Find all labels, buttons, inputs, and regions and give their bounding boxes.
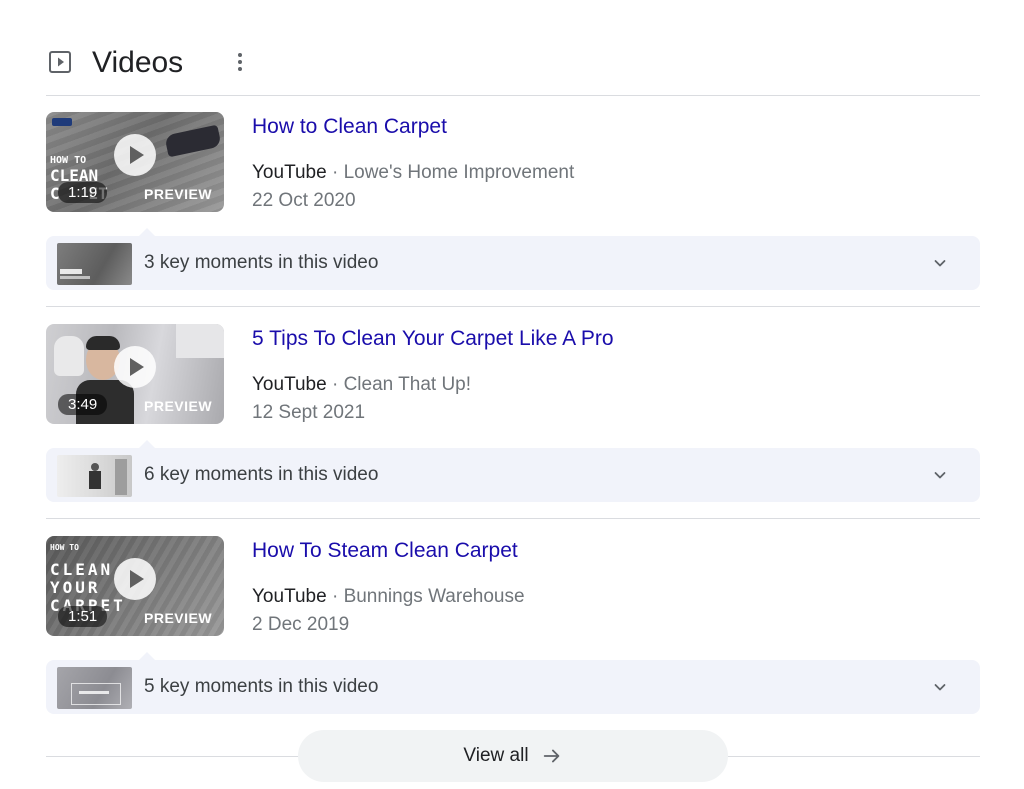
video-title-link[interactable]: 5 Tips To Clean Your Carpet Like A Pro — [252, 325, 614, 353]
videos-header: Videos — [46, 40, 980, 96]
play-icon — [114, 346, 156, 388]
play-square-icon — [49, 51, 71, 73]
video-date: 2 Dec 2019 — [252, 614, 350, 635]
divider — [46, 306, 980, 307]
divider — [46, 518, 980, 519]
video-date: 12 Sept 2021 — [252, 402, 366, 423]
chevron-down-icon — [934, 260, 946, 267]
video-duration: 3:49 — [58, 394, 108, 415]
video-thumbnail[interactable]: 3:49 PREVIEW — [46, 324, 224, 424]
meta-separator: · — [331, 162, 339, 183]
more-vert-icon[interactable] — [230, 48, 250, 76]
key-moments-label: 5 key moments in this video — [144, 676, 379, 697]
video-source: YouTube — [252, 162, 327, 183]
arrow-right-icon — [543, 749, 559, 763]
key-moments-label: 6 key moments in this video — [144, 464, 379, 485]
video-channel: Clean That Up! — [343, 374, 472, 395]
chevron-down-icon — [934, 472, 946, 479]
preview-label: PREVIEW — [144, 610, 213, 626]
video-title-link[interactable]: How to Clean Carpet — [252, 113, 447, 141]
view-all-button[interactable]: View all — [298, 730, 728, 782]
video-thumbnail[interactable]: HOW TO CLEAN C ET 1:19 PREVIEW — [46, 112, 224, 212]
video-title-link[interactable]: How To Steam Clean Carpet — [252, 537, 518, 565]
preview-label: PREVIEW — [144, 186, 213, 202]
video-channel: Bunnings Warehouse — [343, 586, 525, 607]
meta-separator: · — [331, 586, 339, 607]
video-meta: YouTube · Clean That Up! — [252, 372, 471, 398]
view-all-label: View all — [463, 745, 529, 766]
play-icon — [114, 134, 156, 176]
key-moment-thumbnail — [57, 455, 132, 497]
video-duration: 1:19 — [58, 182, 108, 203]
section-title: Videos — [92, 46, 184, 79]
video-date: 22 Oct 2020 — [252, 190, 356, 211]
video-meta: YouTube · Bunnings Warehouse — [252, 584, 525, 610]
video-meta: YouTube · Lowe's Home Improvement — [252, 160, 574, 186]
video-thumbnail[interactable]: HOW TO CLEAN YOUR CARPET 1:51 PREVIEW — [46, 536, 224, 636]
key-moment-thumbnail — [57, 667, 132, 709]
key-moments-toggle[interactable]: 3 key moments in this video — [46, 236, 980, 290]
video-channel: Lowe's Home Improvement — [343, 162, 575, 183]
video-source: YouTube — [252, 586, 327, 607]
key-moments-toggle[interactable]: 6 key moments in this video — [46, 448, 980, 502]
play-icon — [114, 558, 156, 600]
video-duration: 1:51 — [58, 606, 108, 627]
video-source: YouTube — [252, 374, 327, 395]
preview-label: PREVIEW — [144, 398, 213, 414]
meta-separator: · — [331, 374, 339, 395]
chevron-down-icon — [934, 684, 946, 691]
key-moments-label: 3 key moments in this video — [144, 252, 379, 273]
key-moments-toggle[interactable]: 5 key moments in this video — [46, 660, 980, 714]
key-moment-thumbnail — [57, 243, 132, 285]
